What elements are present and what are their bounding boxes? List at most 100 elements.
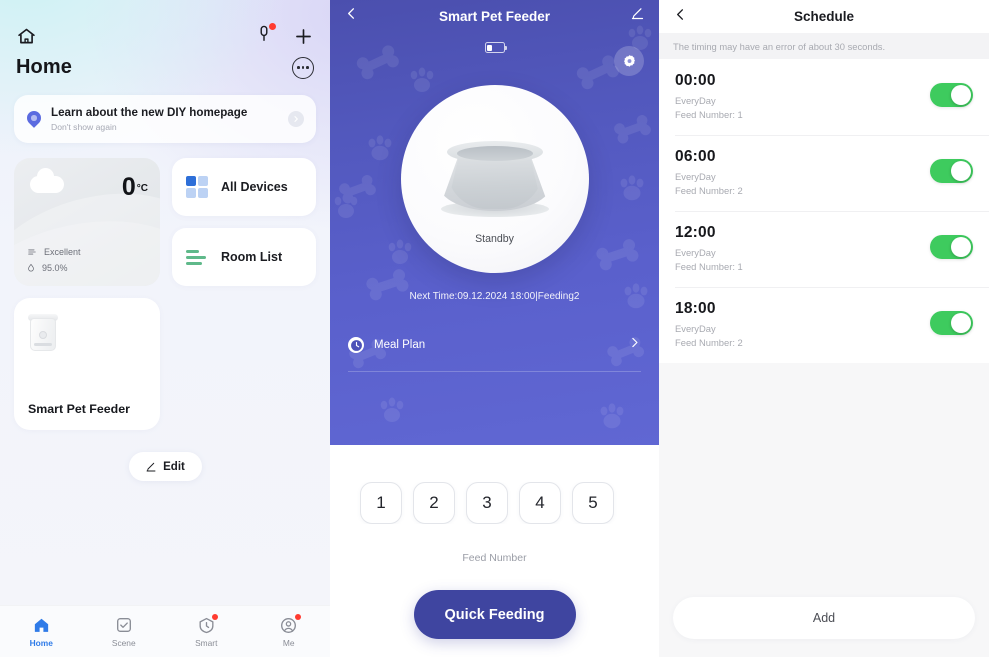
device-hero: Smart Pet Feeder Standby Next Time:09.12… bbox=[330, 0, 659, 445]
diy-banner-texts: Learn about the new DIY homepage Don't s… bbox=[51, 106, 288, 133]
schedule-toggle[interactable] bbox=[930, 159, 973, 183]
diy-homepage-banner[interactable]: Learn about the new DIY homepage Don't s… bbox=[14, 95, 316, 143]
back-chevron-icon[interactable] bbox=[344, 6, 359, 26]
clock-icon bbox=[348, 337, 364, 353]
schedule-title: Schedule bbox=[793, 9, 855, 24]
air-quality-row: Excellent bbox=[26, 247, 81, 257]
tab-scene-label: Scene bbox=[111, 638, 136, 648]
schedule-note: The timing may have an error of about 30… bbox=[659, 33, 989, 59]
schedule-feed-number: Feed Number: 2 bbox=[675, 185, 743, 196]
temperature-value: 0 bbox=[121, 173, 136, 201]
schedule-time: 18:00 bbox=[675, 300, 716, 317]
diy-banner-subtitle[interactable]: Don't show again bbox=[51, 121, 288, 133]
home-cards-row: 0 °C Excellent 95.0% All Devices Room Li… bbox=[14, 158, 316, 286]
weather-card[interactable]: 0 °C Excellent 95.0% bbox=[14, 158, 160, 286]
pencil-icon bbox=[146, 462, 156, 471]
home-top-icon-row bbox=[0, 10, 330, 50]
device-card-smart-pet-feeder[interactable]: Smart Pet Feeder bbox=[14, 298, 160, 430]
tab-home[interactable]: Home bbox=[0, 615, 83, 648]
device-illustration: Standby bbox=[400, 85, 589, 273]
schedule-row[interactable]: 00:00 EveryDay Feed Number: 1 bbox=[659, 59, 989, 135]
device-card-name: Smart Pet Feeder bbox=[28, 402, 130, 416]
three-panel-screenshot: Home Learn about the new DIY homepage Do… bbox=[0, 0, 989, 657]
meal-plan-label: Meal Plan bbox=[374, 339, 426, 351]
pencil-icon[interactable] bbox=[630, 6, 645, 26]
smart-clock-icon bbox=[196, 614, 219, 635]
tab-smart-badge bbox=[212, 614, 219, 620]
schedule-list: 00:00 EveryDay Feed Number: 1 06:00 Ever… bbox=[659, 59, 989, 363]
tab-smart-label: Smart bbox=[195, 638, 218, 648]
schedule-time: 12:00 bbox=[675, 224, 716, 241]
tab-me[interactable]: Me bbox=[248, 614, 331, 648]
tab-home-label: Home bbox=[29, 638, 53, 648]
status-bar bbox=[0, 0, 330, 10]
schedule-row-texts: 12:00 EveryDay Feed Number: 1 bbox=[675, 223, 930, 273]
humidity-row: 95.0% bbox=[26, 262, 81, 274]
room-list-button[interactable]: Room List bbox=[172, 228, 316, 286]
humidity-drop-icon bbox=[28, 263, 34, 272]
feed-number-selector[interactable]: 1 2 3 4 5 bbox=[330, 482, 659, 524]
feed-number-option[interactable]: 5 bbox=[572, 482, 614, 524]
feed-number-caption: Feed Number bbox=[462, 552, 527, 564]
meal-plan-row[interactable]: Meal Plan bbox=[348, 332, 641, 358]
all-devices-label: All Devices bbox=[221, 180, 288, 194]
schedule-feed-number: Feed Number: 2 bbox=[675, 337, 743, 348]
all-devices-button[interactable]: All Devices bbox=[172, 158, 316, 216]
schedule-repeat: EveryDay bbox=[675, 247, 716, 258]
home-icon[interactable] bbox=[16, 26, 37, 47]
feed-number-option[interactable]: 4 bbox=[519, 482, 561, 524]
home-icon bbox=[31, 615, 51, 635]
grid-icon bbox=[186, 176, 208, 198]
edit-button-label: Edit bbox=[163, 460, 185, 473]
schedule-toggle[interactable] bbox=[930, 235, 973, 259]
device-detail-screen: Smart Pet Feeder Standby Next Time:09.12… bbox=[330, 0, 659, 657]
schedule-row[interactable]: 12:00 EveryDay Feed Number: 1 bbox=[659, 211, 989, 287]
more-options-icon[interactable] bbox=[292, 56, 314, 79]
schedule-feed-number: Feed Number: 1 bbox=[675, 109, 743, 120]
schedule-row[interactable]: 18:00 EveryDay Feed Number: 2 bbox=[659, 287, 989, 363]
schedule-row[interactable]: 06:00 EveryDay Feed Number: 2 bbox=[659, 135, 989, 211]
weather-footer: Excellent 95.0% bbox=[26, 242, 81, 274]
bottom-tab-bar: Home Scene Smart Me bbox=[0, 605, 330, 657]
device-title: Smart Pet Feeder bbox=[438, 8, 551, 24]
microphone-badge-dot bbox=[269, 23, 276, 30]
chevron-right-icon[interactable] bbox=[628, 336, 641, 354]
schedule-time: 00:00 bbox=[675, 72, 716, 89]
feed-number-option[interactable]: 1 bbox=[360, 482, 402, 524]
home-screen: Home Learn about the new DIY homepage Do… bbox=[0, 0, 330, 657]
air-quality-icon bbox=[28, 249, 36, 255]
feed-number-option[interactable]: 2 bbox=[413, 482, 455, 524]
tab-smart[interactable]: Smart bbox=[165, 614, 248, 648]
schedule-time: 06:00 bbox=[675, 148, 716, 165]
device-status-text: Standby bbox=[475, 233, 514, 245]
check-square-icon bbox=[114, 615, 134, 635]
schedule-toggle[interactable] bbox=[930, 311, 973, 335]
device-top-bar: Smart Pet Feeder bbox=[330, 0, 659, 32]
pin-icon bbox=[24, 108, 44, 129]
schedule-repeat: EveryDay bbox=[675, 171, 716, 182]
edit-button[interactable]: Edit bbox=[128, 452, 202, 481]
chevron-right-icon[interactable] bbox=[288, 111, 304, 127]
quick-feeding-button[interactable]: Quick Feeding bbox=[413, 590, 576, 639]
schedule-toggle[interactable] bbox=[930, 83, 973, 107]
plus-icon[interactable] bbox=[293, 26, 314, 47]
schedule-row-texts: 06:00 EveryDay Feed Number: 2 bbox=[675, 147, 930, 197]
next-feed-time: Next Time:09.12.2024 18:00|Feeding2 bbox=[409, 291, 580, 302]
tab-me-label: Me bbox=[282, 638, 295, 648]
feed-number-option[interactable]: 3 bbox=[466, 482, 508, 524]
tab-scene[interactable]: Scene bbox=[83, 615, 166, 648]
microphone-icon[interactable] bbox=[255, 23, 276, 48]
schedule-feed-number: Feed Number: 1 bbox=[675, 261, 743, 272]
back-chevron-icon[interactable] bbox=[673, 7, 688, 27]
gear-icon[interactable] bbox=[614, 46, 644, 76]
person-circle-icon bbox=[279, 614, 301, 635]
temperature-readout: 0 °C bbox=[122, 174, 148, 200]
temperature-unit: °C bbox=[136, 183, 148, 194]
humidity-value: 95.0% bbox=[42, 263, 68, 273]
pet-feeder-thumbnail-icon bbox=[28, 312, 58, 352]
diy-banner-title: Learn about the new DIY homepage bbox=[51, 105, 248, 119]
battery-icon bbox=[484, 42, 507, 53]
pet-bowl-illustration bbox=[438, 141, 551, 217]
add-schedule-button[interactable]: Add bbox=[673, 597, 975, 639]
schedule-screen: Schedule The timing may have an error of… bbox=[659, 0, 989, 657]
